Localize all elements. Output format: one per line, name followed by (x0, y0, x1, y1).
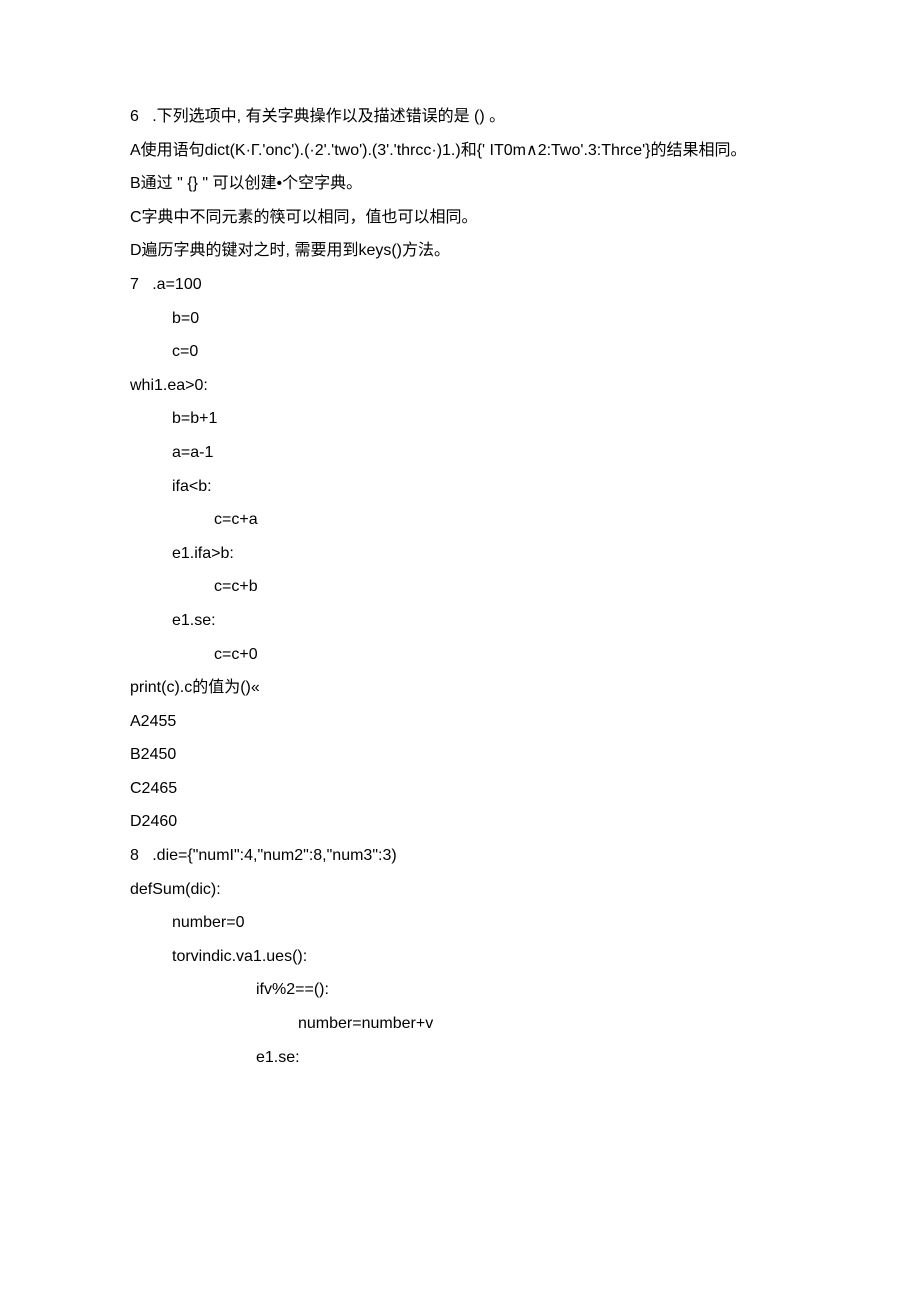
q7-option-c: C2465 (130, 772, 790, 806)
q7-option-a: A2455 (130, 705, 790, 739)
q8-code-line-4: torvindic.va1.ues(): (130, 940, 790, 974)
q7-code-line-12: c=c+0 (130, 638, 790, 672)
q7-code-line-1: 7 .a=100 (130, 268, 790, 302)
q7-code-line-6: a=a-1 (130, 436, 790, 470)
q8-code-line-2: defSum(dic): (130, 873, 790, 907)
q6-option-a: A使用语句dict(K·Γ.'onc').(·2'.'two').(3'.'th… (130, 134, 790, 168)
q7-code-line-3: c=0 (130, 335, 790, 369)
q6-option-b: B通过 " {} " 可以创建•个空字典。 (130, 167, 790, 201)
q7-option-d: D2460 (130, 805, 790, 839)
q7-code-line-11: e1.se: (130, 604, 790, 638)
q7-code-line-9: e1.ifa>b: (130, 537, 790, 571)
q8-code-line-1: 8 .die={"numI":4,"num2":8,"num3":3) (130, 839, 790, 873)
q7-code-line-2: b=0 (130, 302, 790, 336)
q7-code-line-5: b=b+1 (130, 402, 790, 436)
q7-code-line-4: whi1.ea>0: (130, 369, 790, 403)
q6-option-c: C字典中不同元素的筷可以相同，值也可以相同。 (130, 201, 790, 235)
q7-option-b: B2450 (130, 738, 790, 772)
q7-code-line-7: ifa<b: (130, 470, 790, 504)
q8-code-line-5: ifv%2==(): (130, 973, 790, 1007)
q7-code-line-10: c=c+b (130, 570, 790, 604)
q8-code-line-7: e1.se: (130, 1041, 790, 1075)
q6-stem: 6 .下列选项中, 有关字典操作以及描述错误的是 () 。 (130, 100, 790, 134)
q8-code-line-3: number=0 (130, 906, 790, 940)
q8-code-line-6: number=number+v (130, 1007, 790, 1041)
q7-code-line-8: c=c+a (130, 503, 790, 537)
q6-option-d: D遍历字典的键对之时, 需要用到keys()方法。 (130, 234, 790, 268)
q7-code-line-13: print(c).c的值为()« (130, 671, 790, 705)
